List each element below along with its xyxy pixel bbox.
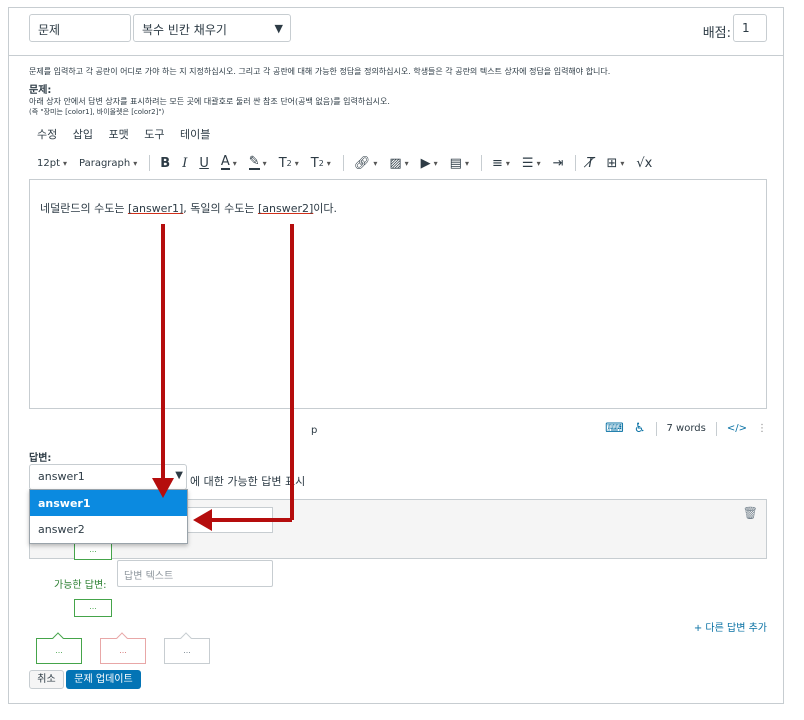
menu-edit[interactable]: 수정 — [37, 128, 57, 141]
editor-content[interactable]: 네덜란드의 수도는 [answer1], 독일의 수도는 [answer2]이다… — [40, 200, 337, 216]
add-another-answer-link[interactable]: + 다른 답변 추가 — [694, 619, 767, 634]
points-label: 배점: — [702, 26, 731, 41]
possible-answer-label: 가능한 답변: — [54, 580, 107, 591]
trash-icon[interactable]: 🗑︎ — [743, 506, 758, 520]
superscript-icon[interactable]: T 2 ▾ — [311, 156, 331, 171]
notch — [180, 632, 192, 644]
element-path[interactable]: p — [311, 425, 317, 436]
toolbar-divider — [575, 155, 577, 171]
bold-icon[interactable]: B — [160, 156, 170, 171]
question-type-value: 복수 빈칸 채우기 — [142, 23, 227, 37]
correct-feedback-button[interactable]: ... — [36, 632, 82, 664]
bullet-list-icon[interactable]: ☰ ▾ — [522, 156, 541, 171]
accessibility-icon[interactable]: ♿ — [634, 421, 646, 436]
question-editor-frame: 문제 복수 빈칸 채우기 ▼ 배점: 1 문제를 입력하고 각 공란이 어디로 … — [8, 7, 784, 704]
cancel-button[interactable]: 취소 — [29, 670, 64, 689]
answer-comment-button[interactable]: ... — [74, 599, 112, 617]
notch — [52, 632, 64, 644]
toolbar-divider — [342, 155, 344, 171]
question-help-text: 아래 상자 안에서 답변 상자를 표시하려는 모든 곳에 대괄호로 둘러 싼 참… — [29, 97, 390, 106]
equation-icon[interactable]: √x — [636, 156, 652, 171]
question-label: 문제: — [29, 85, 52, 96]
chevron-down-icon: ▼ — [175, 470, 183, 481]
toolbar-divider — [149, 155, 151, 171]
document-icon[interactable]: ▤ ▾ — [450, 156, 469, 171]
update-question-button[interactable]: 문제 업데이트 — [66, 670, 141, 689]
editor-menubar: 수정 삽입 포맷 도구 테이블 — [37, 126, 222, 142]
rich-text-editor[interactable]: 네덜란드의 수도는 [answer1], 독일의 수도는 [answer2]이다… — [29, 179, 767, 409]
block-format-select[interactable]: Paragraph ▾ — [79, 158, 137, 169]
instructions-text: 문제를 입력하고 각 공란이 어디로 가야 하는 지 지정하십시오. 그리고 각… — [29, 67, 611, 76]
text-color-icon[interactable]: A ▾ — [220, 155, 237, 170]
possible-answer-input[interactable]: 답변 텍스트 — [117, 560, 273, 587]
link-icon[interactable]: 🔗︎ ▾ — [354, 156, 378, 171]
table-icon[interactable]: ⊞ ▾ — [606, 156, 624, 171]
menu-format[interactable]: 포맷 — [109, 128, 129, 141]
answer-blank-suffix: 에 대한 가능한 답변 표시 — [190, 475, 306, 488]
blank-answer1: [answer1] — [127, 202, 184, 215]
html-editor-toggle[interactable]: </> — [727, 423, 747, 434]
question-type-select[interactable]: 복수 빈칸 채우기 ▼ — [133, 14, 291, 42]
underline-icon[interactable]: U — [199, 156, 209, 171]
answer-comment-button[interactable]: ... — [74, 542, 112, 560]
blank-answer2: [answer2] — [257, 202, 314, 215]
image-icon[interactable]: ▨ ▾ — [389, 156, 408, 171]
clear-format-icon[interactable]: T̸ — [586, 156, 594, 171]
indent-icon[interactable]: ⇥ — [553, 156, 564, 171]
answer-blank-select[interactable]: answer1 ▼ — [29, 464, 187, 490]
dropdown-option-answer1[interactable]: answer1 — [30, 490, 187, 516]
notch — [116, 632, 128, 644]
dropdown-option-answer2[interactable]: answer2 — [30, 516, 187, 542]
word-count[interactable]: 7 words — [667, 423, 706, 434]
answers-label: 답변: — [29, 453, 52, 464]
resize-handle-icon[interactable]: ⋮ — [757, 423, 767, 434]
status-divider — [655, 421, 657, 436]
question-help-example: (즉 "장미는 [color1], 바이올렛은 [color2]") — [29, 108, 165, 116]
status-divider — [715, 421, 717, 436]
editor-status-bar: p ⌨ ♿ 7 words </> ⋮ — [29, 418, 767, 440]
italic-icon[interactable]: I — [182, 156, 187, 171]
menu-table[interactable]: 테이블 — [180, 128, 210, 141]
chevron-down-icon: ▼ — [274, 22, 283, 35]
font-size-select[interactable]: 12pt ▾ — [37, 158, 67, 169]
highlight-color-icon[interactable]: ✎ ▾ — [248, 155, 267, 170]
menu-insert[interactable]: 삽입 — [73, 128, 93, 141]
menu-tools[interactable]: 도구 — [144, 128, 164, 141]
neutral-feedback-button[interactable]: ... — [164, 632, 210, 664]
align-icon[interactable]: ≡ ▾ — [492, 156, 510, 171]
keyboard-icon[interactable]: ⌨ — [605, 421, 624, 436]
answer-blank-dropdown[interactable]: answer1 answer2 — [29, 489, 188, 544]
toolbar-divider — [480, 155, 482, 171]
incorrect-feedback-button[interactable]: ... — [100, 632, 146, 664]
question-header: 문제 복수 빈칸 채우기 ▼ 배점: 1 — [9, 8, 783, 56]
question-title-input[interactable]: 문제 — [29, 14, 131, 42]
editor-toolbar: 12pt ▾ Paragraph ▾ B I U A ▾ ✎ ▾ T 2 ▾ T 2 ▾ 🔗︎ ▾… — [37, 153, 767, 173]
points-input[interactable]: 1 — [733, 14, 767, 42]
subscript-icon[interactable]: T 2 ▾ — [279, 156, 299, 171]
media-icon[interactable]: ▶ ▾ — [421, 156, 438, 171]
